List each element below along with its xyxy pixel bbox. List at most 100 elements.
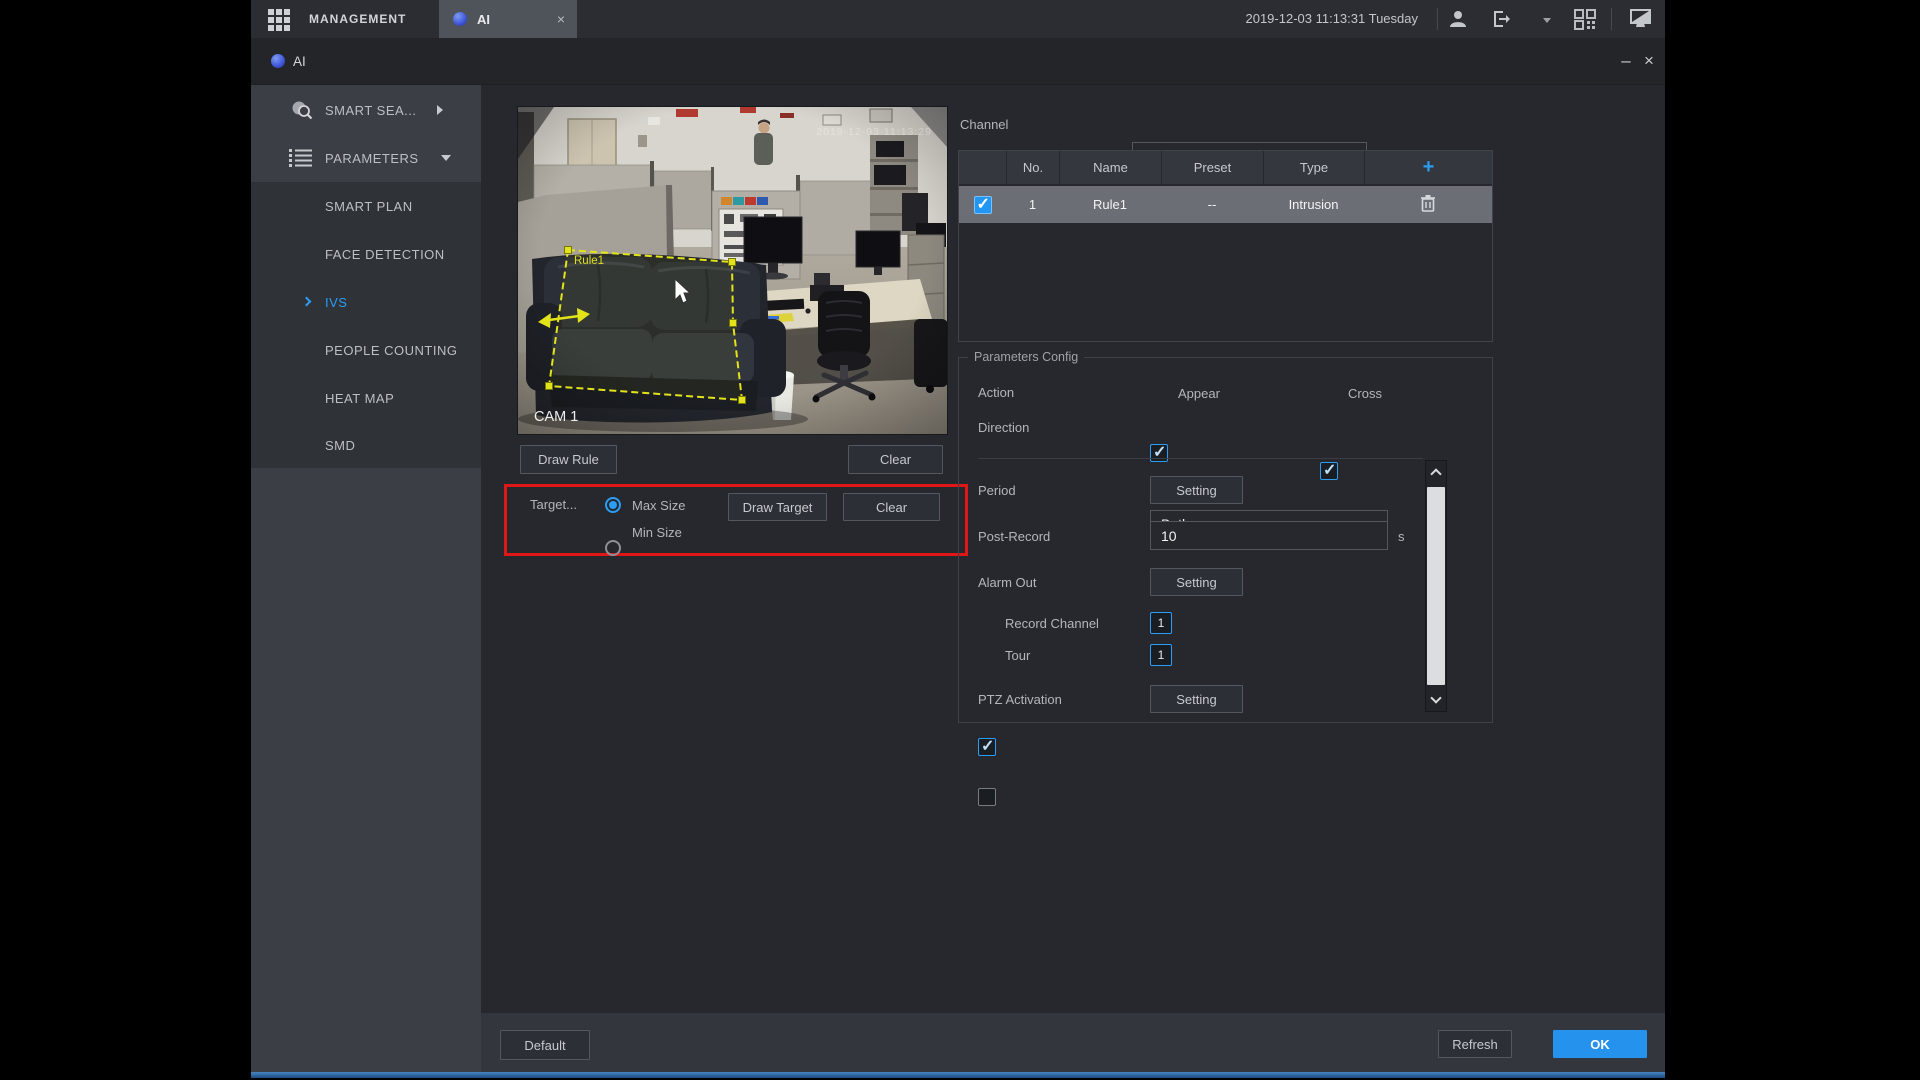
row-no: 1 — [1028, 197, 1037, 212]
min-size-radio[interactable] — [605, 540, 621, 556]
logout-icon[interactable] — [1491, 9, 1513, 34]
tab-ai[interactable]: AI × — [439, 0, 577, 38]
clear-target-button[interactable]: Clear — [843, 493, 940, 521]
sidebar-item-label: SMD — [325, 437, 356, 453]
sidebar-item-label: SMART PLAN — [325, 198, 413, 214]
action-label: Action — [978, 384, 1015, 400]
sidebar-item-ivs[interactable]: IVS — [251, 278, 481, 326]
minimize-button[interactable]: – — [1617, 49, 1635, 73]
user-icon[interactable] — [1447, 8, 1469, 35]
post-record-unit: s — [1398, 528, 1405, 544]
alarm-out-label: Alarm Out — [978, 574, 1037, 590]
video-preview[interactable]: 2019-12-03 11:13:29 CAM 1 Rule1 — [517, 106, 948, 435]
sidebar-item-label: FACE DETECTION — [325, 246, 445, 262]
ok-button[interactable]: OK — [1553, 1030, 1647, 1058]
selected-chevron-icon — [301, 296, 312, 307]
default-button[interactable]: Default — [500, 1030, 590, 1060]
sidebar-item-label: PEOPLE COUNTING — [325, 342, 458, 358]
taskbar: MANAGEMENT AI × 2019-12-03 11:13:31 Tues… — [251, 0, 1665, 38]
draw-target-button[interactable]: Draw Target — [728, 493, 827, 521]
bottom-accent-bar — [251, 1072, 1665, 1078]
row-type: Intrusion — [1288, 197, 1339, 212]
plus-icon: + — [1422, 156, 1435, 178]
sidebar-item-label: PARAMETERS — [325, 150, 419, 166]
rule-polygon — [547, 248, 744, 402]
monitor-icon[interactable] — [1629, 8, 1653, 35]
sidebar-item-smart-plan[interactable]: SMART PLAN — [251, 182, 481, 230]
record-channel-checkbox[interactable] — [978, 736, 996, 756]
table-row[interactable]: 1 Rule1 -- Intrusion — [959, 186, 1492, 223]
period-setting-button[interactable]: Setting — [1150, 476, 1243, 504]
rules-table-header: No. Name Preset Type + — [959, 151, 1492, 184]
smart-search-icon — [289, 98, 315, 127]
appear-label: Appear — [1178, 385, 1220, 401]
delete-rule-icon[interactable] — [1420, 194, 1436, 215]
tour-checkbox[interactable] — [978, 788, 996, 806]
rules-table: No. Name Preset Type + 1 Rule1 -- Intrus… — [958, 150, 1493, 342]
ptz-setting-button[interactable]: Setting — [1150, 685, 1243, 713]
window-titlebar: AI – × — [251, 38, 1665, 85]
draw-rule-button[interactable]: Draw Rule — [520, 445, 617, 474]
scroll-up-icon[interactable] — [1426, 461, 1446, 483]
sidebar-item-parameters[interactable]: PARAMETERS — [251, 134, 481, 182]
qr-code-icon[interactable] — [1573, 8, 1597, 35]
ai-globe-icon — [453, 12, 467, 26]
scrollbar-thumb[interactable] — [1427, 487, 1445, 685]
ai-window: MANAGEMENT AI × 2019-12-03 11:13:31 Tues… — [251, 0, 1665, 1078]
apps-grid-icon[interactable] — [268, 9, 290, 31]
camera-name-label: CAM 1 — [534, 409, 578, 425]
scroll-down-icon[interactable] — [1426, 689, 1446, 711]
parameters-list-icon — [289, 148, 313, 173]
taskbar-divider — [1437, 8, 1438, 30]
max-size-radio[interactable] — [605, 497, 621, 513]
sidebar-item-label: HEAT MAP — [325, 390, 395, 406]
record-channel-label: Record Channel — [1005, 615, 1099, 631]
alarm-out-setting-button[interactable]: Setting — [1150, 568, 1243, 596]
section-divider — [978, 458, 1423, 459]
logout-caret-icon[interactable] — [1543, 18, 1551, 23]
camera-scene: 2019-12-03 11:13:29 CAM 1 Rule1 — [518, 107, 947, 434]
direction-label: Direction — [978, 419, 1030, 435]
header-preset: Preset — [1161, 151, 1263, 184]
window-globe-icon — [271, 54, 285, 68]
max-size-label: Max Size — [632, 497, 686, 513]
row-checkbox[interactable] — [973, 194, 992, 214]
add-rule-button[interactable]: + — [1364, 151, 1492, 184]
period-label: Period — [978, 482, 1016, 498]
window-title: AI — [293, 54, 306, 69]
sidebar-item-smart-search[interactable]: SMART SEA... — [251, 86, 481, 134]
appear-checkbox[interactable] — [1150, 442, 1168, 462]
cross-checkbox[interactable] — [1320, 460, 1338, 480]
close-button[interactable]: × — [1640, 49, 1658, 73]
expand-down-icon — [441, 155, 451, 161]
video-osd-timestamp: 2019-12-03 11:13:29 — [816, 126, 932, 138]
row-name: Rule1 — [1093, 197, 1127, 212]
row-preset: -- — [1207, 197, 1217, 212]
target-label: Target... — [530, 496, 577, 512]
clear-rule-button[interactable]: Clear — [848, 445, 943, 474]
tour-value[interactable]: 1 — [1150, 644, 1172, 666]
params-scrollbar[interactable] — [1425, 460, 1447, 712]
header-no: No. — [1006, 151, 1059, 184]
sidebar-item-label: IVS — [325, 294, 348, 310]
cross-label: Cross — [1348, 385, 1382, 401]
tour-label: Tour — [1005, 647, 1031, 663]
row-select-cell — [959, 186, 1006, 223]
sidebar-item-label: SMART SEA... — [325, 102, 417, 118]
ptz-activation-label: PTZ Activation — [978, 691, 1062, 707]
expand-right-icon — [437, 105, 443, 115]
tab-close-icon[interactable]: × — [557, 0, 565, 38]
tab-ai-label: AI — [477, 11, 490, 27]
taskbar-divider — [1611, 8, 1612, 30]
system-datetime: 2019-12-03 11:13:31 Tuesday — [1245, 11, 1418, 26]
min-size-label: Min Size — [632, 524, 682, 540]
sidebar-item-heat-map[interactable]: HEAT MAP — [251, 374, 481, 422]
management-menu[interactable]: MANAGEMENT — [309, 0, 406, 38]
sidebar-item-smd[interactable]: SMD — [251, 422, 481, 468]
sidebar-item-people-counting[interactable]: PEOPLE COUNTING — [251, 326, 481, 374]
sidebar-item-face-detection[interactable]: FACE DETECTION — [251, 230, 481, 278]
refresh-button[interactable]: Refresh — [1438, 1030, 1512, 1058]
record-channel-value[interactable]: 1 — [1150, 612, 1172, 634]
rule-name-label: Rule1 — [574, 255, 604, 267]
post-record-input[interactable]: 10 — [1150, 521, 1388, 550]
